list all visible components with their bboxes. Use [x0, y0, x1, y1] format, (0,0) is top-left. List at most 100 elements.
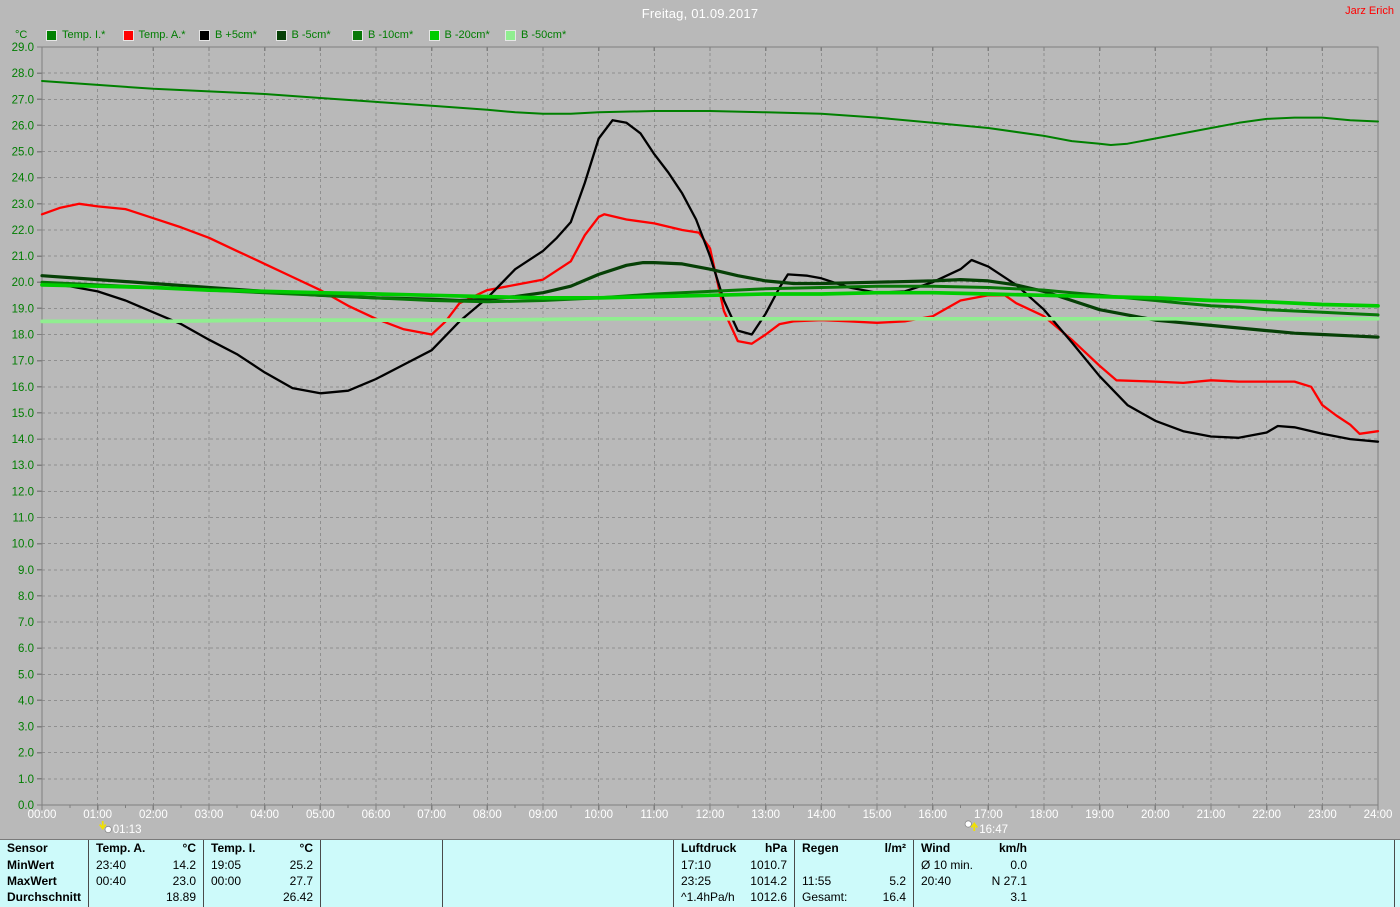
cell-value: 1010.7 [750, 858, 787, 872]
cell-value: hPa [765, 841, 787, 855]
row-label-text: MinWert [7, 858, 54, 872]
moonset-arrow-icon [100, 821, 106, 829]
cell-time: 23:40 [96, 858, 126, 872]
cell-time: Gesamt: [802, 890, 847, 904]
table-row-label: MaxWert [0, 873, 88, 889]
temperature-chart: 29.028.027.026.025.024.023.022.021.020.0… [0, 0, 1400, 838]
table-row [795, 856, 913, 872]
cell-value: 1014.2 [750, 874, 787, 888]
table-column-empty [442, 840, 673, 907]
x-tick-label: 05:00 [306, 809, 335, 821]
x-tick-label: 06:00 [362, 809, 391, 821]
table-row-label: MinWert [0, 856, 88, 872]
cell-value: °C [300, 841, 313, 855]
x-tick-label: 13:00 [751, 809, 780, 821]
table-header-row: Temp. I.°C [204, 840, 320, 856]
y-tick-label: 15.0 [12, 408, 34, 420]
y-tick-label: 24.0 [12, 173, 34, 185]
cell-time: ^1.4hPa/h [681, 890, 735, 904]
x-tick-label: 01:00 [83, 809, 112, 821]
cell-value: 16.4 [883, 890, 906, 904]
y-tick-label: 11.0 [12, 512, 34, 524]
cell-value: 0.0 [1010, 858, 1027, 872]
x-tick-label: 20:00 [1141, 809, 1170, 821]
table-row: 00:0027.7 [204, 873, 320, 889]
table-row [321, 889, 442, 905]
cell-value: °C [183, 841, 196, 855]
x-tick-label: 22:00 [1252, 809, 1281, 821]
x-tick-label: 10:00 [584, 809, 613, 821]
table-column-regen: Regenl/m² 11:55 5.2 Gesamt: 16.4 [794, 840, 913, 907]
x-tick-label: 02:00 [139, 809, 168, 821]
y-tick-label: 9.0 [18, 565, 34, 577]
table-row [443, 856, 673, 872]
y-tick-label: 26.0 [12, 120, 34, 132]
table-header-row [443, 840, 673, 856]
table-row: ^1.4hPa/h 1012.6 [674, 889, 794, 905]
table-row: 18.89 [89, 889, 203, 905]
table-row-labels-column: SensorMinWertMaxWertDurchschnitt [0, 840, 88, 907]
table-column-empty [320, 840, 442, 907]
cell-time: 23:25 [681, 874, 711, 888]
x-tick-label: 14:00 [807, 809, 836, 821]
y-tick-label: 10.0 [12, 539, 34, 551]
x-tick-label: 16:00 [918, 809, 947, 821]
table-header-row: Regenl/m² [795, 840, 913, 856]
x-tick-label: 18:00 [1030, 809, 1059, 821]
moonrise-arrow-icon [971, 824, 977, 832]
cell-time: 00:40 [96, 874, 126, 888]
y-tick-label: 28.0 [12, 68, 34, 80]
marker-time-label: 16:47 [979, 824, 1008, 836]
cell-time: Luftdruck [681, 841, 736, 855]
cell-value: 14.2 [173, 858, 196, 872]
y-tick-label: 20.0 [12, 277, 34, 289]
x-tick-label: 23:00 [1308, 809, 1337, 821]
table-row [321, 856, 442, 872]
y-tick-label: 2.0 [18, 748, 34, 760]
y-tick-label: 21.0 [12, 251, 34, 263]
table-row: 11:55 5.2 [795, 873, 913, 889]
cell-time: 19:05 [211, 858, 241, 872]
cell-value: 5.2 [889, 874, 906, 888]
cell-time: Ø 10 min. [921, 858, 973, 872]
y-tick-label: 23.0 [12, 199, 34, 211]
cell-time: Wind [921, 841, 950, 855]
y-tick-label: 6.0 [18, 643, 34, 655]
table-row: 23:25 1014.2 [674, 873, 794, 889]
cell-time: 20:40 [921, 874, 951, 888]
y-tick-label: 3.0 [18, 722, 34, 734]
y-tick-label: 22.0 [12, 225, 34, 237]
y-tick-label: 12.0 [12, 486, 34, 498]
cell-value: l/m² [885, 841, 906, 855]
cell-value: 25.2 [290, 858, 313, 872]
x-tick-label: 24:00 [1364, 809, 1393, 821]
table-row [321, 873, 442, 889]
x-tick-label: 09:00 [529, 809, 558, 821]
table-row-label: Sensor [0, 840, 88, 856]
cell-value: 3.1 [1010, 890, 1027, 904]
table-column-wind: Windkm/h Ø 10 min. 0.020:40N 27.13.1 [913, 840, 1395, 907]
y-tick-label: 14.0 [12, 434, 34, 446]
table-row: Ø 10 min. 0.0 [914, 856, 1034, 872]
x-tick-label: 21:00 [1197, 809, 1226, 821]
cell-value: 27.7 [290, 874, 313, 888]
cell-time: 11:55 [802, 874, 831, 888]
cell-time: 17:10 [681, 858, 711, 872]
y-tick-label: 29.0 [12, 42, 34, 54]
y-tick-label: 19.0 [12, 303, 34, 315]
x-tick-label: 19:00 [1085, 809, 1114, 821]
y-tick-label: 27.0 [12, 94, 34, 106]
moon-icon [105, 826, 111, 832]
cell-value: 1012.6 [750, 890, 787, 904]
table-column-temp-a: Temp. A.°C23:4014.200:4023.018.89 [88, 840, 203, 907]
table-row: 19:05 25.2 [204, 856, 320, 872]
y-tick-label: 13.0 [12, 460, 34, 472]
y-tick-label: 18.0 [12, 330, 34, 342]
x-tick-label: 12:00 [696, 809, 725, 821]
table-row: 20:40N 27.1 [914, 873, 1034, 889]
y-tick-label: 5.0 [18, 669, 34, 681]
table-header-row: Windkm/h [914, 840, 1034, 856]
x-tick-label: 08:00 [473, 809, 502, 821]
table-row: 23:40 14.2 [89, 856, 203, 872]
weather-app-window: Freitag, 01.09.2017 Jarz Erich °C Temp. … [0, 0, 1400, 907]
